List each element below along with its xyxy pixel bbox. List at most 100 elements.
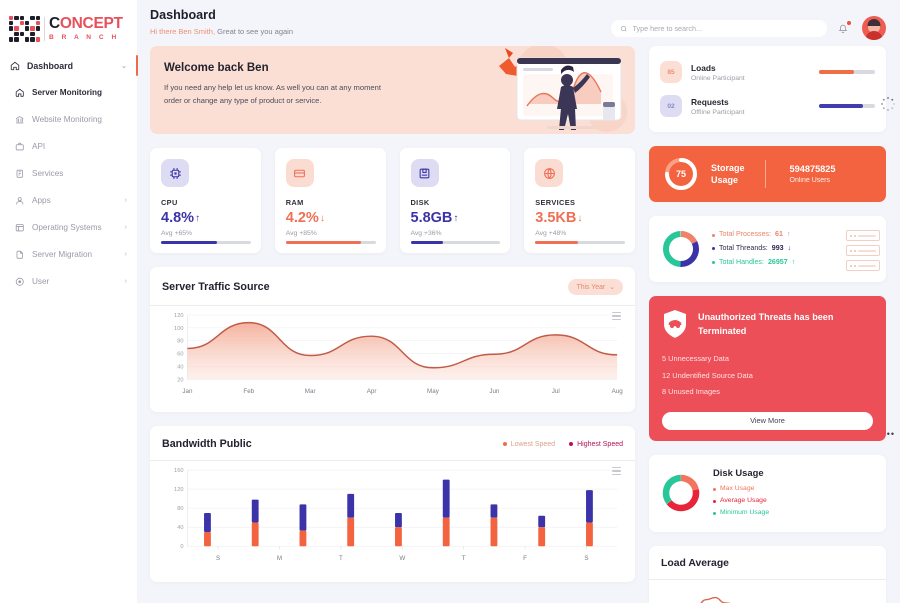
brand-logo[interactable]: CONCEPT B R A N C H [0, 0, 137, 46]
shield-spy-icon [664, 310, 686, 338]
online-users-count: 594875825 [789, 164, 836, 174]
processes-donut [663, 231, 699, 267]
stat-number: 3.5KB [535, 210, 577, 226]
svg-text:100: 100 [174, 326, 183, 332]
hamburger-menu-icon[interactable] [612, 467, 621, 475]
server-traffic-title: Server Traffic Source [162, 281, 270, 293]
threats-card: Unauthorized Threats has been Terminated… [649, 296, 894, 441]
sidebar-item-label: Dashboard [27, 60, 73, 71]
stat-progress-track [410, 241, 501, 244]
svg-text:M: M [277, 555, 282, 562]
loads-badge: 85 [660, 61, 682, 83]
server-unit [846, 230, 880, 241]
stat-card-ram[interactable]: RAM 4.2% ↓ Avg +85% [274, 148, 386, 253]
stat-value: 4.2% ↓ [286, 210, 376, 226]
svg-text:Jul: Jul [552, 388, 560, 395]
sidebar-item-website-monitoring[interactable]: Website Monitoring [0, 106, 137, 133]
search-input[interactable] [632, 23, 818, 33]
load-average-line-chart [700, 596, 736, 603]
requests-title: Requests [691, 96, 729, 107]
chevron-down-icon: ⌄ [609, 284, 615, 291]
hamburger-menu-icon[interactable] [612, 312, 621, 320]
trend-up-icon: ↑ [791, 257, 796, 266]
sidebar-item-label: Services [32, 169, 64, 178]
dashboard-app: CONCEPT B R A N C H Dashboard ⌄ Server M… [0, 0, 900, 603]
svg-text:120: 120 [174, 487, 183, 493]
legend-label: Highest Speed [577, 440, 623, 448]
svg-text:40: 40 [177, 364, 183, 370]
server-traffic-card: Server Traffic Source This Year ⌄ 20 40 60… [150, 267, 635, 412]
stat-number: 4.2% [285, 210, 319, 226]
sidebar-item-operating-systems[interactable]: Operating Systems › [0, 214, 137, 241]
sidebar-item-api[interactable]: API [0, 133, 137, 160]
load-average-title: Load Average [661, 557, 729, 569]
brand-text: CONCEPT B R A N C H [49, 15, 123, 42]
file-icon [14, 249, 25, 260]
loads-subtitle: Online Participant [691, 74, 745, 82]
topbar: Dashboard Hi there Ben Smith, Great to s… [137, 0, 900, 46]
legend-label: Max Usage [720, 484, 755, 492]
requests-subtitle: Offline Participant [691, 108, 745, 116]
requests-badge: 02 [660, 95, 682, 117]
content: Welcome back Ben If you need any help le… [137, 46, 900, 603]
page-heading: Dashboard Hi there Ben Smith, Great to s… [150, 8, 293, 36]
page-subtitle: Hi there Ben Smith, Great to see you aga… [150, 27, 293, 36]
svg-text:Mar: Mar [305, 388, 316, 395]
handles-value: 26957 [767, 257, 788, 266]
sidebar-item-services[interactable]: Services [0, 160, 137, 187]
welcome-line1: If you need any help let us know. As wel… [164, 83, 381, 92]
disk-usage-donut [662, 475, 700, 512]
sidebar-item-label: Server Monitoring [32, 88, 103, 97]
legend-label: Lowest Speed [510, 440, 556, 448]
svg-text:T: T [462, 555, 466, 562]
stat-card-cpu[interactable]: CPU 4.8% ↑ Avg +65% [150, 148, 261, 253]
avatar[interactable] [862, 16, 886, 40]
sidebar-item-user[interactable]: User › [0, 268, 137, 295]
stat-progress-fill [535, 241, 579, 244]
stat-progress-track [285, 241, 376, 244]
bullet-icon [712, 247, 715, 251]
server-unit [846, 260, 880, 271]
disk-usage-title: Disk Usage [713, 466, 764, 478]
stat-value: 5.8GB ↑ [411, 210, 501, 226]
svg-text:20: 20 [177, 377, 183, 383]
disk-usage-text: Disk Usage Max Usage Average Usage Minim… [713, 467, 769, 520]
stat-card-disk[interactable]: DISK 5.8GB ↑ Avg +36% [399, 148, 511, 253]
svg-text:Jan: Jan [182, 388, 193, 395]
grid-logo-icon [9, 15, 40, 42]
threands-label: Total Threands: [719, 244, 768, 253]
sidebar-item-server-migration[interactable]: Server Migration › [0, 241, 137, 268]
loads-row[interactable]: 85 Loads Online Participant [660, 55, 875, 89]
avatar-body [865, 31, 883, 40]
stat-card-services[interactable]: SERVICES 3.5KB ↓ Avg +48% [524, 148, 635, 253]
sidebar-item-server-monitoring[interactable]: Server Monitoring [0, 79, 137, 106]
bandwidth-title: Bandwidth Public [162, 438, 252, 450]
bell-icon[interactable] [838, 20, 851, 36]
sidebar-item-dashboard[interactable]: Dashboard ⌄ [0, 52, 138, 79]
legend-item-average: Average Usage [713, 495, 769, 507]
stat-label: DISK [410, 198, 430, 207]
bullet-icon [712, 233, 715, 237]
threat-item: 8 Unused Images [662, 387, 720, 397]
svg-text:40: 40 [177, 525, 183, 531]
sidebar-item-apps[interactable]: Apps › [0, 187, 137, 214]
requests-row[interactable]: 02 Requests Offline Participant [660, 89, 875, 123]
briefcase-icon [14, 141, 25, 152]
stat-number: 5.8GB [410, 210, 453, 226]
period-filter-dropdown[interactable]: This Year ⌄ [568, 279, 623, 295]
welcome-banner: Welcome back Ben If you need any help le… [150, 46, 635, 134]
search-box[interactable] [611, 19, 827, 37]
requests-progress-fill [819, 104, 863, 108]
bandwidth-legend: Lowest Speed Highest Speed [502, 440, 623, 448]
svg-text:T: T [339, 555, 343, 562]
svg-text:160: 160 [174, 468, 183, 474]
requests-text: Requests Offline Participant [691, 97, 745, 116]
svg-text:Feb: Feb [243, 388, 254, 395]
legend-item-lowest: Lowest Speed [502, 440, 556, 448]
stat-progress-track [161, 241, 251, 244]
trend-down-icon: ↓ [319, 212, 325, 224]
view-more-button[interactable]: View More [662, 411, 873, 430]
storage-title-line2: Usage [711, 175, 739, 185]
left-column: Welcome back Ben If you need any help le… [150, 46, 635, 582]
threat-item: 12 Undentified Source Data [662, 370, 753, 380]
